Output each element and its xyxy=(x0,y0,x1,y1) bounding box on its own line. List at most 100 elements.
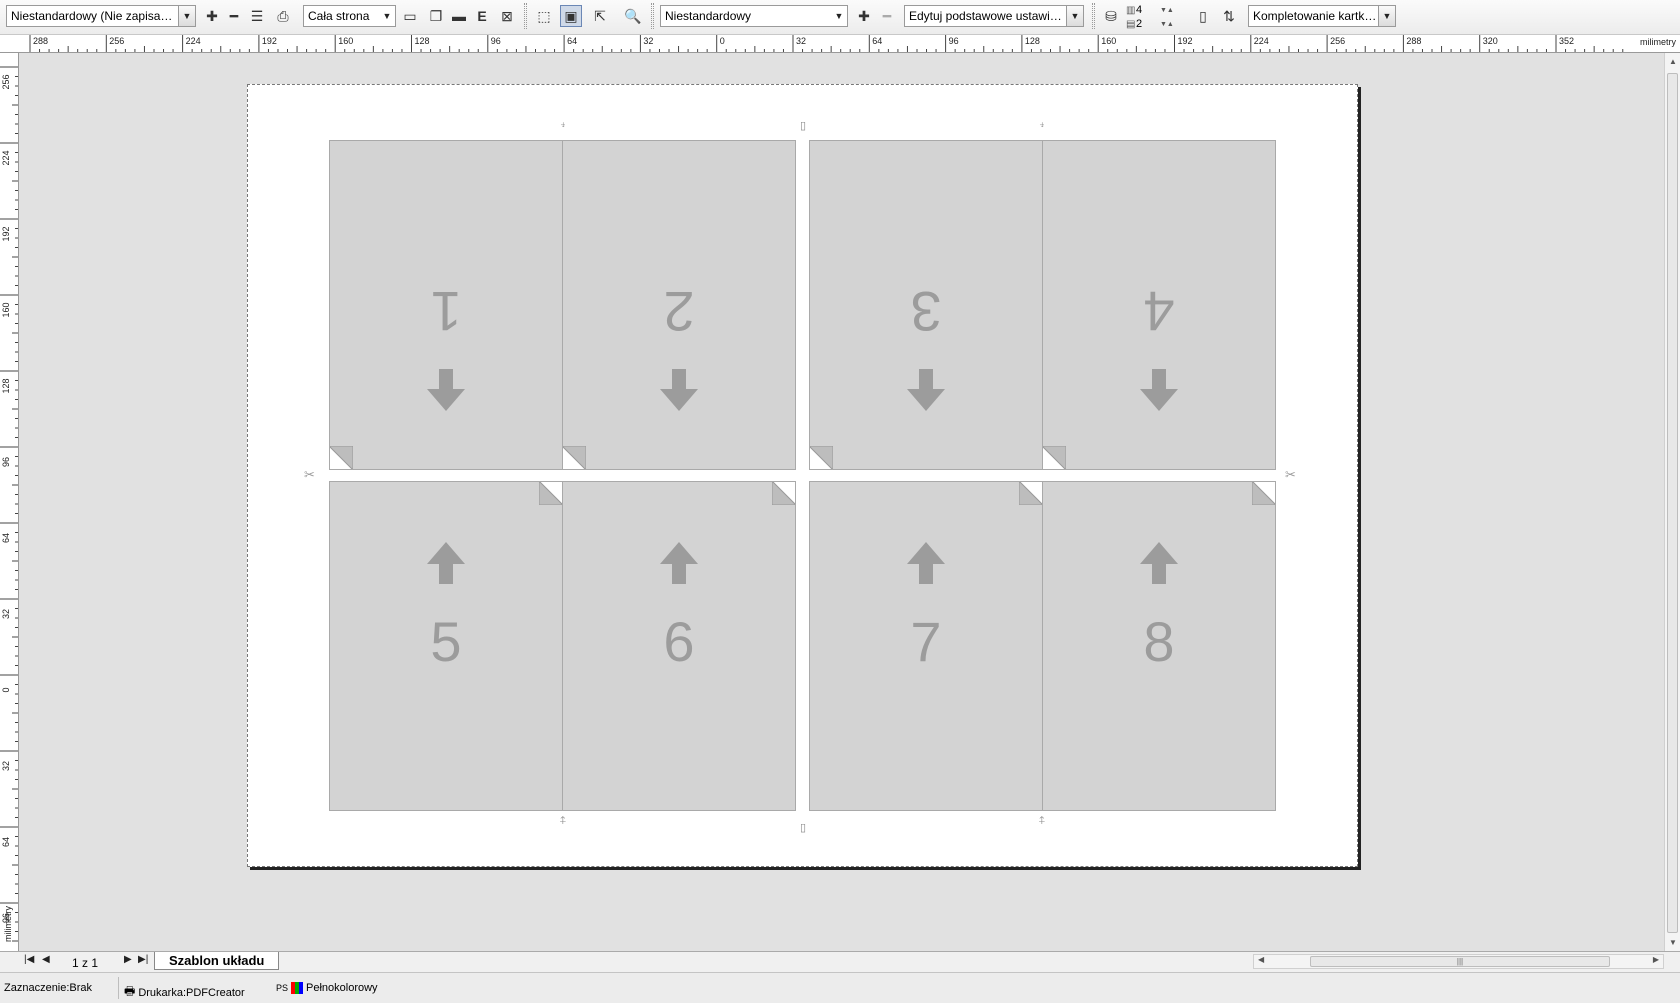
marks-tool-icon[interactable]: ⇱ xyxy=(589,5,611,27)
scroll-thumb[interactable]: ||| xyxy=(1310,956,1610,967)
folded-corner-icon xyxy=(563,446,586,469)
prev-page-icon[interactable]: ◀ xyxy=(42,954,50,965)
page-marker-icon[interactable]: ▯ xyxy=(797,119,809,132)
pick-tool-icon[interactable]: ⬚ xyxy=(533,5,555,27)
last-page-icon[interactable]: ▶| xyxy=(138,954,148,965)
status-bar: Zaznaczenie:Brak 🖶 Drukarka:PDFCreator P… xyxy=(0,972,1680,1003)
ruler-tick-label: 32 xyxy=(1,609,11,620)
columns-value[interactable]: 4 xyxy=(1136,4,1160,16)
page-number: 5 xyxy=(430,610,462,673)
imposed-page[interactable]: 7 xyxy=(809,481,1043,811)
arrow-up-icon xyxy=(1140,542,1178,584)
ruler-ticks xyxy=(29,35,1624,52)
preview-canvas[interactable]: ⍖ ▯ ⍖ ⍏ ▯ ⍏ ✂ ✂ 1 2 3 4 5 6 7 8 xyxy=(19,53,1664,951)
printed-sheet[interactable]: ⍖ ▯ ⍖ ⍏ ▯ ⍏ ✂ ✂ 1 2 3 4 5 6 7 8 xyxy=(247,84,1358,867)
list-settings-icon[interactable]: ☰ xyxy=(246,5,268,27)
settings-value: Edytuj podstawowe ustawienia xyxy=(909,9,1066,23)
page-marker-icon[interactable]: ⍏ xyxy=(557,815,569,828)
printer-status-label: Drukarka:PDFCreator xyxy=(138,986,245,999)
spinner-arrows-icon[interactable]: ▼▲ xyxy=(1160,21,1174,28)
remove-preset-icon[interactable]: ━ xyxy=(223,5,245,27)
imposed-page[interactable]: 1 xyxy=(329,140,563,470)
template-combo[interactable]: Niestandardowy ▼ xyxy=(660,5,848,27)
copy-pages-icon[interactable]: ❐ xyxy=(425,5,447,27)
page-marker-icon[interactable]: ⍖ xyxy=(557,119,569,132)
first-page-icon[interactable]: |◀ xyxy=(24,954,34,965)
emulsion-icon[interactable]: E xyxy=(471,5,493,27)
settings-combo[interactable]: Edytuj podstawowe ustawienia ▼ xyxy=(904,5,1084,27)
arrow-down-icon xyxy=(1140,369,1178,411)
page-number: 1 xyxy=(430,280,462,343)
collation-value: Kompletowanie kartkowe xyxy=(1253,9,1378,23)
scroll-down-icon[interactable]: ▼ xyxy=(1665,938,1680,947)
tab-layout-template[interactable]: Szablon układu xyxy=(154,952,280,970)
ruler-tick-label: 160 xyxy=(338,36,354,46)
page-marker-icon[interactable]: ⍖ xyxy=(1036,119,1048,132)
ruler-tick-label: 224 xyxy=(1253,36,1269,46)
ruler-tick-label: 64 xyxy=(567,36,578,46)
status-separator xyxy=(118,977,119,999)
ruler-tick-label: 128 xyxy=(1,378,11,394)
chevron-down-icon[interactable]: ▼ xyxy=(1066,6,1083,26)
page-marker-icon[interactable]: ⍏ xyxy=(1036,815,1048,828)
page-number: 3 xyxy=(910,280,942,343)
horizontal-scrollbar[interactable]: ◀ ||| ▶ xyxy=(1253,954,1664,969)
ruler-tick-label: 96 xyxy=(490,36,501,46)
scroll-right-icon[interactable]: ▶ xyxy=(1653,955,1659,964)
add-template-icon[interactable]: ✚ xyxy=(853,5,875,27)
imposition-tool-icon[interactable]: ▣ xyxy=(560,5,582,27)
imposed-page[interactable]: 6 xyxy=(562,481,796,811)
arrow-up-icon xyxy=(427,542,465,584)
layout-preset-combo[interactable]: Niestandardowy (Nie zapisano ... ▼ xyxy=(6,5,196,27)
film-icon[interactable]: ▬ xyxy=(448,5,470,27)
spinner-arrows-icon[interactable]: ▼▲ xyxy=(1160,7,1174,14)
page-number: 6 xyxy=(663,610,695,673)
ruler-tick-label: 64 xyxy=(1,533,11,544)
vertical-scrollbar[interactable]: ▲ ▼ xyxy=(1664,53,1680,951)
ruler-tick-label: 160 xyxy=(1101,36,1117,46)
collation-combo[interactable]: Kompletowanie kartkowe ▼ xyxy=(1248,5,1396,27)
view-mode-combo[interactable]: Cała strona ▼ xyxy=(303,5,396,27)
chevron-down-icon[interactable]: ▼ xyxy=(1378,6,1395,26)
close-preview-icon[interactable]: ⊠ xyxy=(496,5,518,27)
print-icon[interactable]: ⎙ xyxy=(272,5,294,27)
chevron-down-icon[interactable]: ▼ xyxy=(831,6,847,26)
orientation-icon[interactable]: ⇅ xyxy=(1218,5,1240,27)
ruler-tick-label: 256 xyxy=(1,74,11,90)
zoom-tool-icon[interactable]: 🔍 xyxy=(622,5,644,27)
ruler-tick-label: 32 xyxy=(643,36,654,46)
imposed-page[interactable]: 2 xyxy=(562,140,796,470)
page-tabs-bar: |◀ ◀ 1 z 1 ▶ ▶| Szablon układu ◀ ||| ▶ xyxy=(0,951,1680,972)
arrow-up-icon xyxy=(907,542,945,584)
scroll-left-icon[interactable]: ◀ xyxy=(1258,955,1264,964)
vertical-ruler: milimetry 256 224 192 160 128 96 64 32 0 32 64 96 xyxy=(0,53,19,951)
scroll-thumb[interactable] xyxy=(1667,73,1678,933)
ruler-tick-label: 32 xyxy=(1,761,11,772)
columns-spinner[interactable]: ▥ 4 ▼▲ xyxy=(1126,3,1174,17)
chevron-down-icon[interactable]: ▼ xyxy=(379,6,395,26)
ruler-tick-label: 320 xyxy=(1482,36,1498,46)
chevron-down-icon[interactable]: ▼ xyxy=(178,6,195,26)
folded-corner-icon xyxy=(330,446,353,469)
scroll-up-icon[interactable]: ▲ xyxy=(1665,57,1680,66)
rows-spinner[interactable]: ▤ 2 ▼▲ xyxy=(1126,17,1174,31)
next-page-icon[interactable]: ▶ xyxy=(124,954,132,965)
ruler-tick-label: 192 xyxy=(261,36,277,46)
monitor-icon[interactable]: ▭ xyxy=(399,5,421,27)
page-marker-icon[interactable]: ▯ xyxy=(797,821,809,834)
ruler-tick-label: 128 xyxy=(1024,36,1040,46)
imposed-page[interactable]: 4 xyxy=(1042,140,1276,470)
ruler-tick-label: 32 xyxy=(796,36,807,46)
binding-icon[interactable]: ⛁ xyxy=(1100,5,1122,27)
rows-value[interactable]: 2 xyxy=(1136,18,1160,30)
imposed-page[interactable]: 3 xyxy=(809,140,1043,470)
arrow-down-icon xyxy=(660,369,698,411)
folded-corner-icon xyxy=(772,482,795,505)
imposed-page[interactable]: 8 xyxy=(1042,481,1276,811)
ruler-tick-label: 192 xyxy=(1,226,11,242)
remove-template-icon[interactable]: ━ xyxy=(876,5,898,27)
add-preset-icon[interactable]: ✚ xyxy=(201,5,223,27)
page-number: 8 xyxy=(1143,610,1175,673)
imposed-page[interactable]: 5 xyxy=(329,481,563,811)
gutter-icon[interactable]: ▯ xyxy=(1192,5,1214,27)
